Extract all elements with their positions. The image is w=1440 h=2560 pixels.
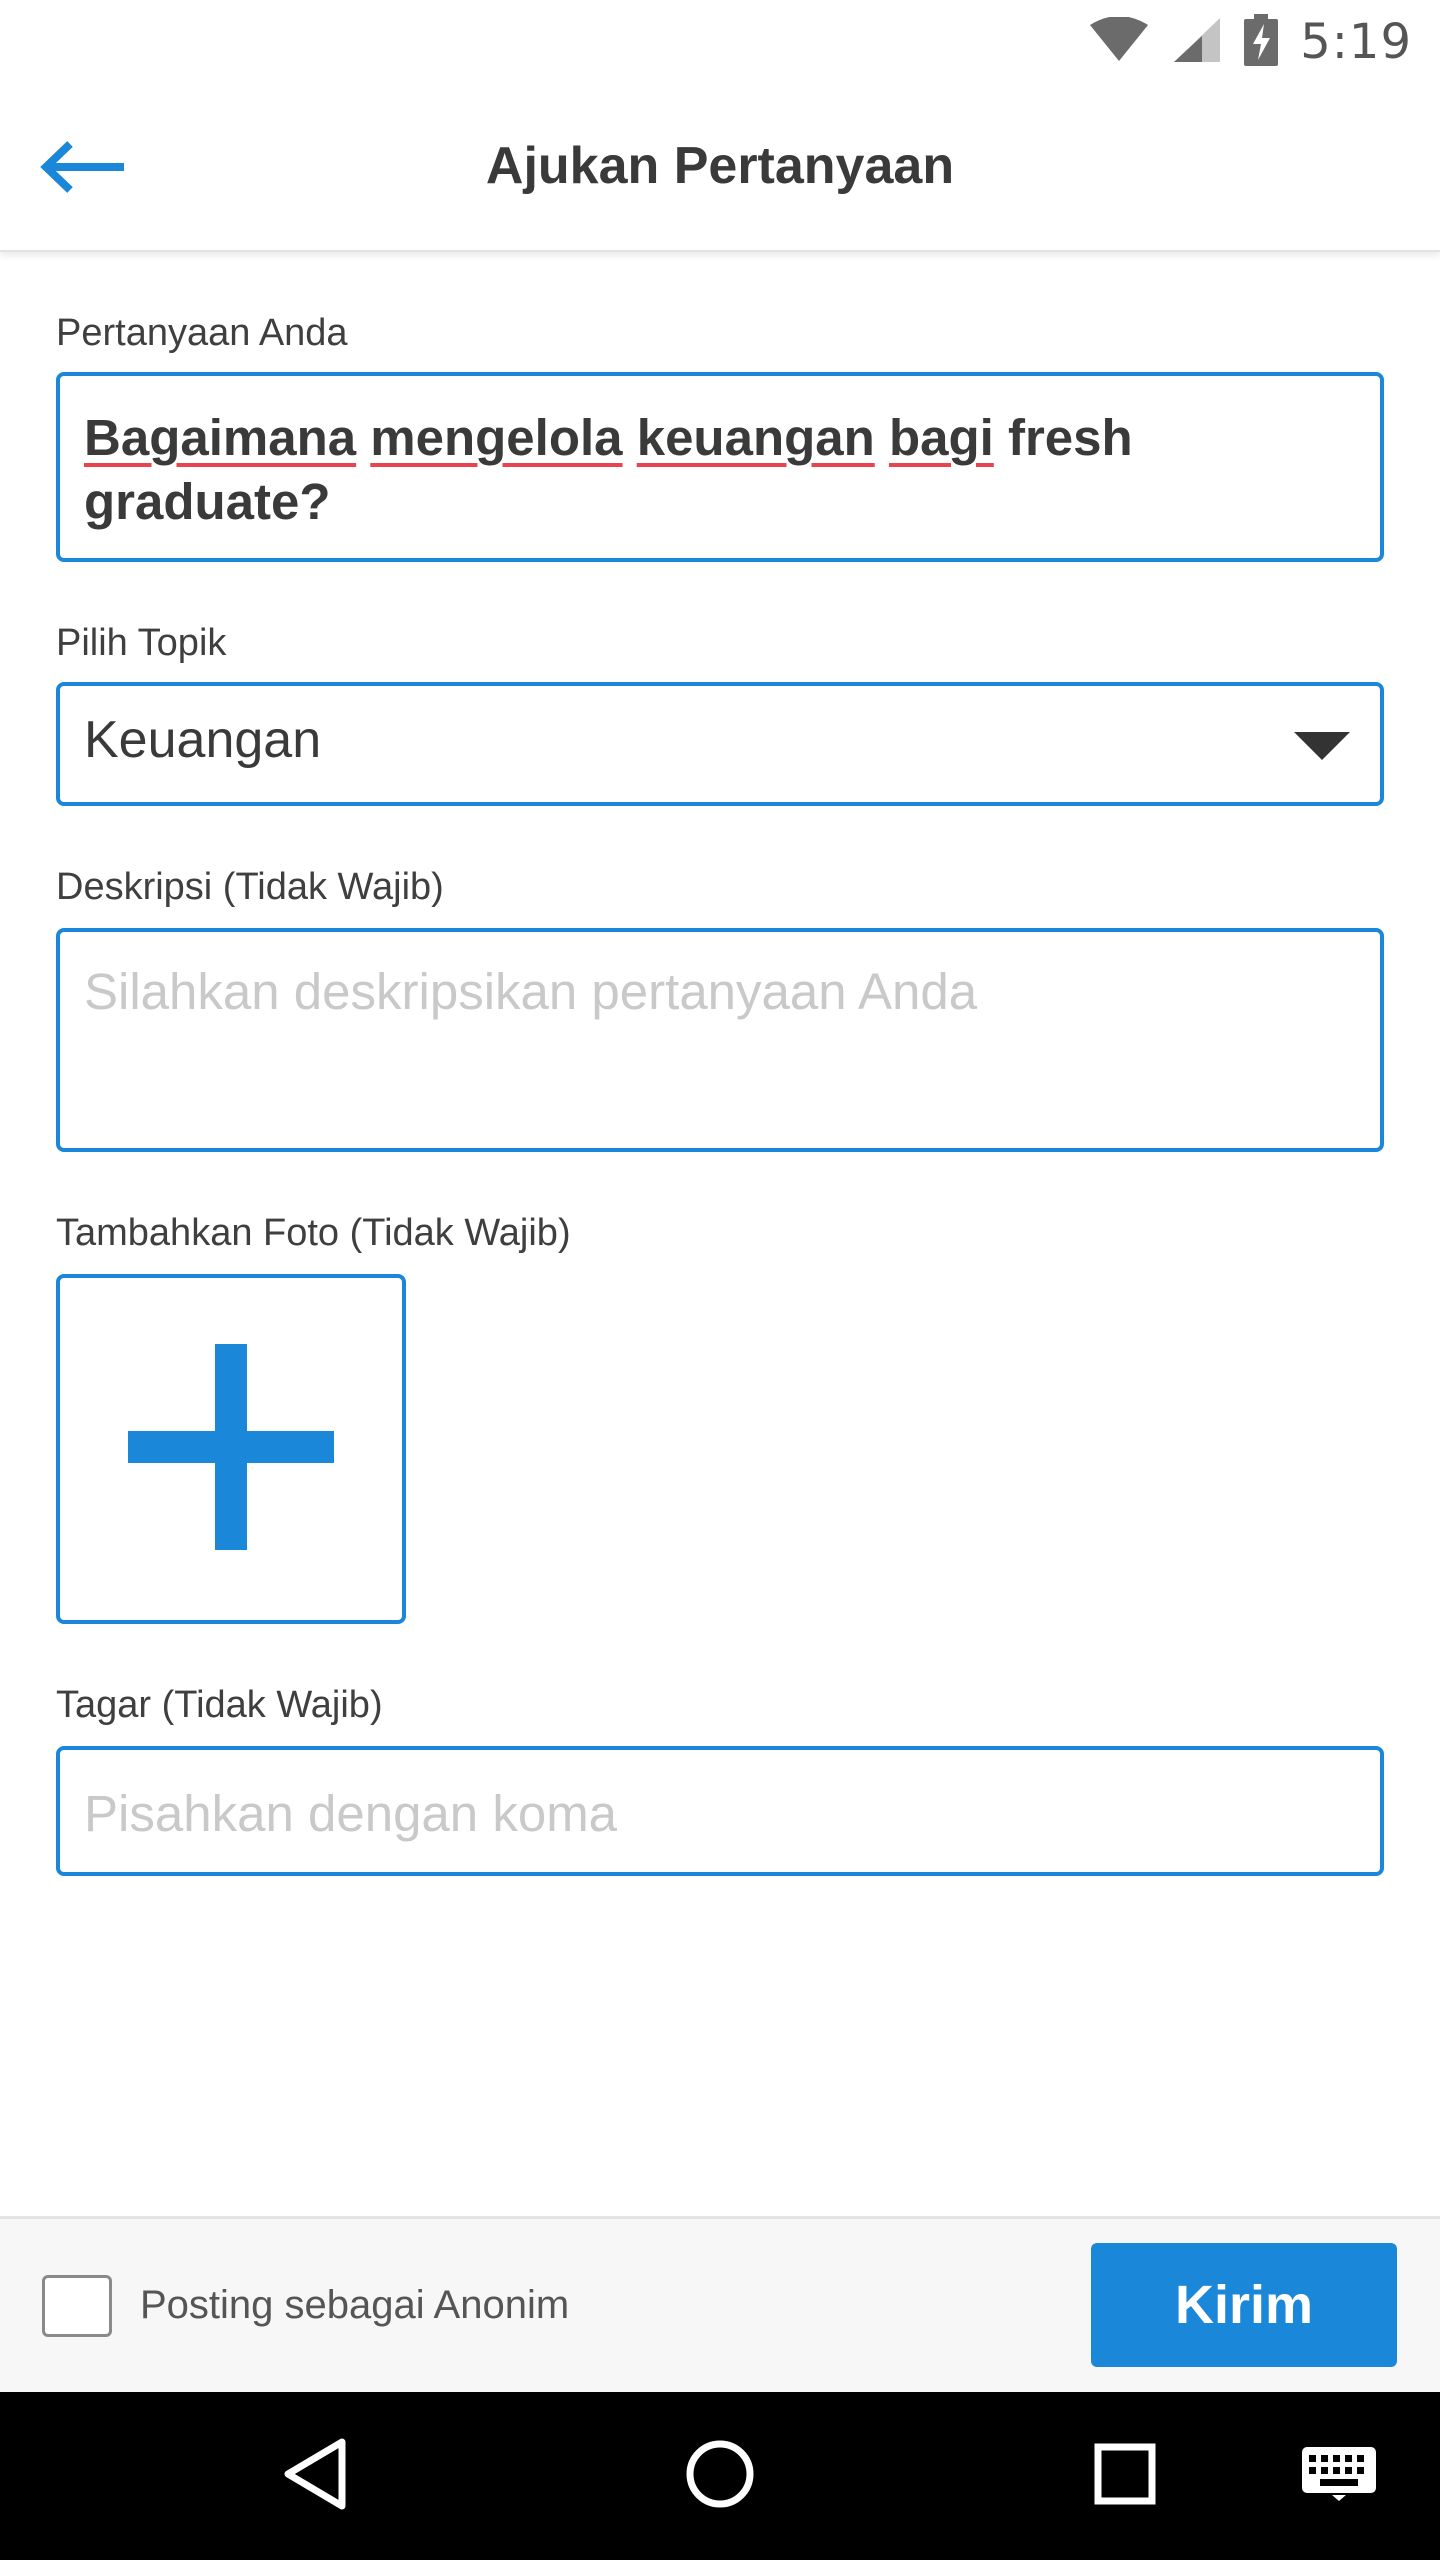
status-time: 5:19 bbox=[1300, 14, 1412, 70]
description-input[interactable]: Silahkan deskripsikan pertanyaan Anda bbox=[56, 928, 1384, 1152]
bottom-action-bar: Posting sebagai Anonim Kirim bbox=[0, 2216, 1440, 2392]
status-bar: 5:19 bbox=[0, 0, 1440, 84]
topic-selected-value: Keuangan bbox=[84, 711, 322, 769]
description-placeholder: Silahkan deskripsikan pertanyaan Anda bbox=[84, 963, 978, 1020]
nav-keyboard-button[interactable] bbox=[1284, 2426, 1394, 2526]
question-label: Pertanyaan Anda bbox=[56, 312, 348, 354]
navigation-bar bbox=[0, 2392, 1440, 2560]
question-input[interactable]: Bagaimana mengelola keuangan bagi fresh … bbox=[56, 372, 1384, 562]
question-word: mengelola bbox=[370, 409, 623, 466]
nav-back-button[interactable] bbox=[265, 2426, 365, 2526]
question-word: keuangan bbox=[636, 409, 875, 466]
photo-label: Tambahkan Foto (Tidak Wajib) bbox=[56, 1212, 571, 1254]
question-word: Bagaimana bbox=[84, 409, 357, 466]
status-icons: 5:19 bbox=[1088, 12, 1412, 72]
dropdown-arrow-icon bbox=[1292, 730, 1352, 762]
home-circle-icon bbox=[685, 2439, 755, 2514]
add-photo-button[interactable] bbox=[56, 1274, 406, 1624]
anonymous-label: Posting sebagai Anonim bbox=[140, 2283, 570, 2327]
description-label: Deskripsi (Tidak Wajib) bbox=[56, 866, 444, 908]
battery-charging-icon bbox=[1244, 13, 1279, 71]
plus-icon bbox=[128, 1343, 334, 1555]
tags-input[interactable]: Pisahkan dengan koma bbox=[56, 1746, 1384, 1876]
wifi-icon bbox=[1088, 15, 1150, 68]
tags-label: Tagar (Tidak Wajib) bbox=[56, 1684, 383, 1726]
question-text: Bagaimana mengelola keuangan bagi fresh … bbox=[84, 406, 1356, 534]
cell-signal-icon bbox=[1172, 16, 1222, 69]
tags-placeholder: Pisahkan dengan koma bbox=[84, 1785, 618, 1842]
topic-label: Pilih Topik bbox=[56, 622, 227, 664]
app-bar: Ajukan Pertanyaan bbox=[0, 84, 1440, 252]
question-word: graduate? bbox=[84, 473, 331, 530]
send-button[interactable]: Kirim bbox=[1091, 2243, 1397, 2367]
keyboard-icon bbox=[1302, 2446, 1376, 2506]
nav-recents-button[interactable] bbox=[1075, 2426, 1175, 2526]
nav-home-button[interactable] bbox=[670, 2426, 770, 2526]
topic-select[interactable]: Keuangan bbox=[56, 682, 1384, 806]
back-triangle-icon bbox=[282, 2438, 348, 2515]
anonymous-checkbox[interactable] bbox=[42, 2275, 112, 2337]
question-word: fresh bbox=[1007, 409, 1133, 466]
page-title: Ajukan Pertanyaan bbox=[485, 137, 955, 195]
recents-square-icon bbox=[1094, 2443, 1156, 2510]
question-word: bagi bbox=[888, 409, 994, 466]
